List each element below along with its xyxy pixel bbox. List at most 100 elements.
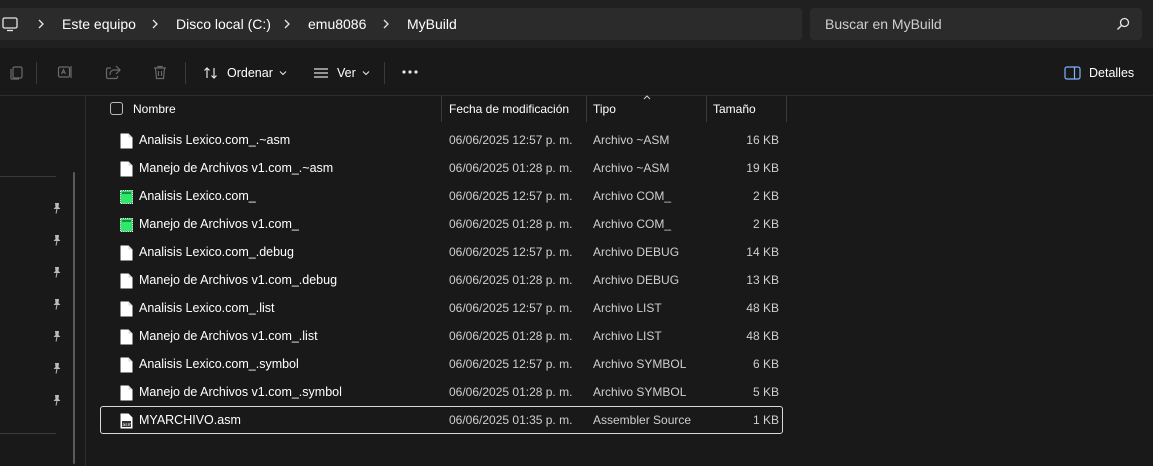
file-size: 2 KB [752,217,779,231]
file-row[interactable]: Analisis Lexico.com_ 06/06/2025 12:57 p. … [86,182,786,210]
file-size: 48 KB [746,329,779,343]
file-row[interactable]: Analisis Lexico.com_.debug 06/06/2025 12:… [86,238,786,266]
file-icon [120,357,133,373]
file-row[interactable]: Manejo de Archivos v1.com_.list 06/06/202… [86,322,786,350]
select-all-checkbox[interactable] [110,102,123,115]
file-name[interactable]: Manejo de Archivos v1.com_.list [139,322,318,350]
column-divider[interactable] [706,96,707,122]
file-size: 6 KB [752,357,779,371]
file-size: 5 KB [752,385,779,399]
file-size: 16 KB [746,133,779,147]
chevron-down-icon [362,71,370,76]
copy-icon[interactable] [9,64,25,80]
executable-icon [120,189,133,205]
file-row[interactable]: asm MYARCHIVO.asm 06/06/2025 01:35 p. m. As… [100,406,783,434]
toolbar-divider [185,62,186,84]
view-button[interactable]: Ver [313,62,370,84]
file-icon [120,301,133,317]
file-size: 14 KB [746,245,779,259]
pin-icon[interactable] [51,298,63,310]
nav-scrollbar[interactable] [73,172,75,464]
file-name[interactable]: Analisis Lexico.com_.~asm [139,126,290,154]
file-date: 06/06/2025 01:28 p. m. [449,161,573,175]
pin-icon[interactable] [51,330,63,342]
file-date: 06/06/2025 01:28 p. m. [449,329,573,343]
search-input[interactable]: Buscar en MyBuild [810,8,1142,40]
chevron-right-icon[interactable] [282,16,292,32]
file-name[interactable]: Analisis Lexico.com_ [139,182,256,210]
file-date: 06/06/2025 12:57 p. m. [449,245,573,259]
file-row[interactable]: Analisis Lexico.com_.~asm 06/06/2025 12:5… [86,126,786,154]
navigation-pane [0,96,86,466]
chevron-right-icon[interactable] [36,16,46,32]
file-icon [120,133,133,149]
file-name[interactable]: Manejo de Archivos v1.com_.~asm [139,154,333,182]
file-date: 06/06/2025 01:35 p. m. [449,413,573,427]
details-button[interactable]: Detalles [1064,62,1134,84]
details-label: Detalles [1089,66,1135,80]
column-divider[interactable] [586,96,587,122]
file-name[interactable]: Manejo de Archivos v1.com_.symbol [139,378,342,406]
file-name[interactable]: Manejo de Archivos v1.com_ [139,210,299,238]
file-date: 06/06/2025 12:57 p. m. [449,133,573,147]
file-row[interactable]: Manejo de Archivos v1.com_.~asm 06/06/202… [86,154,786,182]
file-type: Archivo LIST [593,301,662,315]
file-size: 13 KB [746,273,779,287]
breadcrumb-item-mybuild[interactable]: MyBuild [407,16,457,32]
file-icon [120,329,133,345]
column-header-type[interactable]: Tipo [593,96,616,122]
column-divider[interactable] [786,96,787,122]
command-bar: Ordenar Ver Detalles [0,48,1153,96]
asm-file-icon: asm [120,413,133,429]
file-type: Archivo DEBUG [593,273,680,287]
sort-icon [204,67,217,79]
file-row[interactable]: Analisis Lexico.com_.symbol 06/06/2025 12… [86,350,786,378]
column-header-name[interactable]: Nombre [133,96,176,122]
computer-icon[interactable] [2,16,18,32]
file-name[interactable]: Analisis Lexico.com_.symbol [139,350,299,378]
toolbar-divider [384,62,385,84]
file-row[interactable]: Analisis Lexico.com_.list 06/06/2025 12:5… [86,294,786,322]
file-icon [120,273,133,289]
svg-text:asm: asm [123,423,133,428]
sort-ascending-icon [643,95,651,100]
pin-icon[interactable] [51,362,63,374]
more-icon[interactable] [400,62,420,82]
breadcrumb-item-emu8086[interactable]: emu8086 [308,16,366,32]
view-icon [314,68,328,78]
file-name[interactable]: MYARCHIVO.asm [139,406,241,434]
file-date: 06/06/2025 01:28 p. m. [449,273,573,287]
file-date: 06/06/2025 01:28 p. m. [449,385,573,399]
file-icon [120,245,133,261]
column-header-date[interactable]: Fecha de modificación [449,96,569,122]
file-icon [120,385,133,401]
pin-icon[interactable] [51,202,63,214]
file-row[interactable]: Manejo de Archivos v1.com_.symbol 06/06/2… [86,378,786,406]
file-name[interactable]: Manejo de Archivos v1.com_.debug [139,266,337,294]
pin-icon[interactable] [51,234,63,246]
file-row[interactable]: Manejo de Archivos v1.com_.debug 06/06/20… [86,266,786,294]
file-name[interactable]: Analisis Lexico.com_.debug [139,238,294,266]
file-date: 06/06/2025 01:28 p. m. [449,217,573,231]
file-row[interactable]: Manejo de Archivos v1.com_ 06/06/2025 01:… [86,210,786,238]
chevron-right-icon[interactable] [150,16,160,32]
file-name[interactable]: Analisis Lexico.com_.list [139,294,274,322]
nav-divider [0,433,56,434]
rename-icon[interactable] [57,64,73,80]
file-type: Archivo SYMBOL [593,385,687,399]
executable-icon [120,217,133,233]
search-icon[interactable] [1116,17,1130,31]
chevron-right-icon[interactable] [381,16,391,32]
column-divider[interactable] [441,96,442,122]
column-header-size[interactable]: Tamaño [713,96,756,122]
pin-icon[interactable] [51,394,63,406]
file-list: Nombre Fecha de modificación Tipo Tamaño… [86,95,1153,466]
delete-icon[interactable] [152,64,168,80]
share-icon[interactable] [105,64,121,80]
breadcrumb-item-disco-local[interactable]: Disco local (C:) [176,16,271,32]
sort-button[interactable]: Ordenar [203,62,287,84]
breadcrumb-item-este-equipo[interactable]: Este equipo [62,16,136,32]
file-type: Archivo COM_ [593,217,672,231]
pin-icon[interactable] [51,266,63,278]
file-date: 06/06/2025 12:57 p. m. [449,301,573,315]
